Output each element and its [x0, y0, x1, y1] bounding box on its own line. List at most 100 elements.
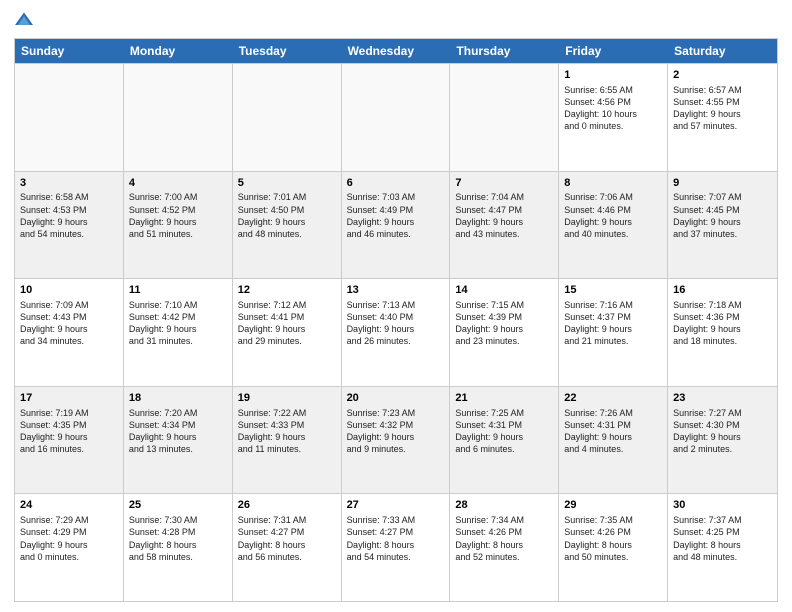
table-row [342, 64, 451, 171]
table-row: 10Sunrise: 7:09 AM Sunset: 4:43 PM Dayli… [15, 279, 124, 386]
day-content: Sunrise: 7:00 AM Sunset: 4:52 PM Dayligh… [129, 191, 227, 240]
day-content: Sunrise: 7:10 AM Sunset: 4:42 PM Dayligh… [129, 299, 227, 348]
day-content: Sunrise: 7:09 AM Sunset: 4:43 PM Dayligh… [20, 299, 118, 348]
calendar-row: 1Sunrise: 6:55 AM Sunset: 4:56 PM Daylig… [15, 63, 777, 171]
day-number: 6 [347, 176, 445, 191]
day-content: Sunrise: 7:01 AM Sunset: 4:50 PM Dayligh… [238, 191, 336, 240]
table-row: 4Sunrise: 7:00 AM Sunset: 4:52 PM Daylig… [124, 172, 233, 279]
day-number: 27 [347, 498, 445, 513]
day-content: Sunrise: 7:23 AM Sunset: 4:32 PM Dayligh… [347, 407, 445, 456]
day-content: Sunrise: 7:27 AM Sunset: 4:30 PM Dayligh… [673, 407, 772, 456]
logo-area [14, 10, 38, 30]
day-content: Sunrise: 7:30 AM Sunset: 4:28 PM Dayligh… [129, 514, 227, 563]
day-number: 15 [564, 283, 662, 298]
day-content: Sunrise: 7:13 AM Sunset: 4:40 PM Dayligh… [347, 299, 445, 348]
day-number: 9 [673, 176, 772, 191]
table-row: 27Sunrise: 7:33 AM Sunset: 4:27 PM Dayli… [342, 494, 451, 601]
table-row: 1Sunrise: 6:55 AM Sunset: 4:56 PM Daylig… [559, 64, 668, 171]
table-row: 3Sunrise: 6:58 AM Sunset: 4:53 PM Daylig… [15, 172, 124, 279]
day-content: Sunrise: 6:57 AM Sunset: 4:55 PM Dayligh… [673, 84, 772, 133]
table-row: 30Sunrise: 7:37 AM Sunset: 4:25 PM Dayli… [668, 494, 777, 601]
table-row: 18Sunrise: 7:20 AM Sunset: 4:34 PM Dayli… [124, 387, 233, 494]
day-number: 10 [20, 283, 118, 298]
table-row: 24Sunrise: 7:29 AM Sunset: 4:29 PM Dayli… [15, 494, 124, 601]
table-row: 23Sunrise: 7:27 AM Sunset: 4:30 PM Dayli… [668, 387, 777, 494]
day-content: Sunrise: 7:25 AM Sunset: 4:31 PM Dayligh… [455, 407, 553, 456]
page: Sunday Monday Tuesday Wednesday Thursday… [0, 0, 792, 612]
day-content: Sunrise: 7:33 AM Sunset: 4:27 PM Dayligh… [347, 514, 445, 563]
table-row: 12Sunrise: 7:12 AM Sunset: 4:41 PM Dayli… [233, 279, 342, 386]
header-tuesday: Tuesday [233, 39, 342, 63]
table-row: 16Sunrise: 7:18 AM Sunset: 4:36 PM Dayli… [668, 279, 777, 386]
header [14, 10, 778, 30]
table-row: 26Sunrise: 7:31 AM Sunset: 4:27 PM Dayli… [233, 494, 342, 601]
day-number: 14 [455, 283, 553, 298]
table-row: 6Sunrise: 7:03 AM Sunset: 4:49 PM Daylig… [342, 172, 451, 279]
table-row: 7Sunrise: 7:04 AM Sunset: 4:47 PM Daylig… [450, 172, 559, 279]
table-row: 28Sunrise: 7:34 AM Sunset: 4:26 PM Dayli… [450, 494, 559, 601]
calendar-body: 1Sunrise: 6:55 AM Sunset: 4:56 PM Daylig… [15, 63, 777, 601]
day-number: 4 [129, 176, 227, 191]
day-number: 13 [347, 283, 445, 298]
table-row: 9Sunrise: 7:07 AM Sunset: 4:45 PM Daylig… [668, 172, 777, 279]
logo-icon [14, 10, 34, 30]
table-row [450, 64, 559, 171]
table-row: 13Sunrise: 7:13 AM Sunset: 4:40 PM Dayli… [342, 279, 451, 386]
header-friday: Friday [559, 39, 668, 63]
day-number: 3 [20, 176, 118, 191]
day-number: 2 [673, 68, 772, 83]
day-content: Sunrise: 7:03 AM Sunset: 4:49 PM Dayligh… [347, 191, 445, 240]
day-number: 12 [238, 283, 336, 298]
day-number: 28 [455, 498, 553, 513]
day-content: Sunrise: 7:04 AM Sunset: 4:47 PM Dayligh… [455, 191, 553, 240]
day-number: 7 [455, 176, 553, 191]
day-number: 11 [129, 283, 227, 298]
table-row: 8Sunrise: 7:06 AM Sunset: 4:46 PM Daylig… [559, 172, 668, 279]
header-thursday: Thursday [450, 39, 559, 63]
day-number: 21 [455, 391, 553, 406]
day-number: 19 [238, 391, 336, 406]
day-number: 29 [564, 498, 662, 513]
day-content: Sunrise: 7:06 AM Sunset: 4:46 PM Dayligh… [564, 191, 662, 240]
table-row: 19Sunrise: 7:22 AM Sunset: 4:33 PM Dayli… [233, 387, 342, 494]
day-number: 5 [238, 176, 336, 191]
table-row: 21Sunrise: 7:25 AM Sunset: 4:31 PM Dayli… [450, 387, 559, 494]
table-row: 17Sunrise: 7:19 AM Sunset: 4:35 PM Dayli… [15, 387, 124, 494]
day-content: Sunrise: 7:15 AM Sunset: 4:39 PM Dayligh… [455, 299, 553, 348]
header-saturday: Saturday [668, 39, 777, 63]
day-number: 25 [129, 498, 227, 513]
table-row: 5Sunrise: 7:01 AM Sunset: 4:50 PM Daylig… [233, 172, 342, 279]
day-number: 1 [564, 68, 662, 83]
header-wednesday: Wednesday [342, 39, 451, 63]
day-number: 22 [564, 391, 662, 406]
day-content: Sunrise: 7:16 AM Sunset: 4:37 PM Dayligh… [564, 299, 662, 348]
calendar-row: 24Sunrise: 7:29 AM Sunset: 4:29 PM Dayli… [15, 493, 777, 601]
calendar-row: 17Sunrise: 7:19 AM Sunset: 4:35 PM Dayli… [15, 386, 777, 494]
table-row: 14Sunrise: 7:15 AM Sunset: 4:39 PM Dayli… [450, 279, 559, 386]
day-number: 16 [673, 283, 772, 298]
day-content: Sunrise: 6:58 AM Sunset: 4:53 PM Dayligh… [20, 191, 118, 240]
day-content: Sunrise: 6:55 AM Sunset: 4:56 PM Dayligh… [564, 84, 662, 133]
day-content: Sunrise: 7:35 AM Sunset: 4:26 PM Dayligh… [564, 514, 662, 563]
day-content: Sunrise: 7:22 AM Sunset: 4:33 PM Dayligh… [238, 407, 336, 456]
table-row: 2Sunrise: 6:57 AM Sunset: 4:55 PM Daylig… [668, 64, 777, 171]
day-content: Sunrise: 7:18 AM Sunset: 4:36 PM Dayligh… [673, 299, 772, 348]
day-content: Sunrise: 7:20 AM Sunset: 4:34 PM Dayligh… [129, 407, 227, 456]
table-row: 20Sunrise: 7:23 AM Sunset: 4:32 PM Dayli… [342, 387, 451, 494]
day-number: 8 [564, 176, 662, 191]
day-content: Sunrise: 7:12 AM Sunset: 4:41 PM Dayligh… [238, 299, 336, 348]
table-row [15, 64, 124, 171]
table-row: 22Sunrise: 7:26 AM Sunset: 4:31 PM Dayli… [559, 387, 668, 494]
day-number: 24 [20, 498, 118, 513]
day-content: Sunrise: 7:07 AM Sunset: 4:45 PM Dayligh… [673, 191, 772, 240]
day-content: Sunrise: 7:37 AM Sunset: 4:25 PM Dayligh… [673, 514, 772, 563]
calendar: Sunday Monday Tuesday Wednesday Thursday… [14, 38, 778, 602]
day-content: Sunrise: 7:26 AM Sunset: 4:31 PM Dayligh… [564, 407, 662, 456]
day-number: 23 [673, 391, 772, 406]
day-content: Sunrise: 7:29 AM Sunset: 4:29 PM Dayligh… [20, 514, 118, 563]
day-number: 30 [673, 498, 772, 513]
day-number: 17 [20, 391, 118, 406]
table-row: 15Sunrise: 7:16 AM Sunset: 4:37 PM Dayli… [559, 279, 668, 386]
header-monday: Monday [124, 39, 233, 63]
header-sunday: Sunday [15, 39, 124, 63]
